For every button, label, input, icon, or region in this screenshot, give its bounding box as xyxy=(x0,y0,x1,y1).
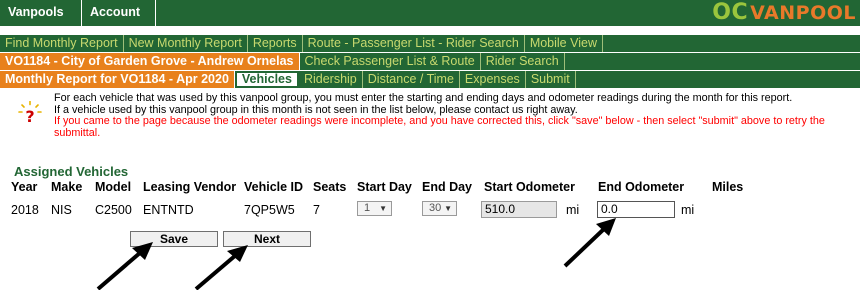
annotation-arrows xyxy=(96,218,616,290)
arrow-icon-next xyxy=(194,245,248,290)
arrow-icon-end-odometer xyxy=(563,218,616,268)
arrow-icon-save xyxy=(96,242,153,290)
